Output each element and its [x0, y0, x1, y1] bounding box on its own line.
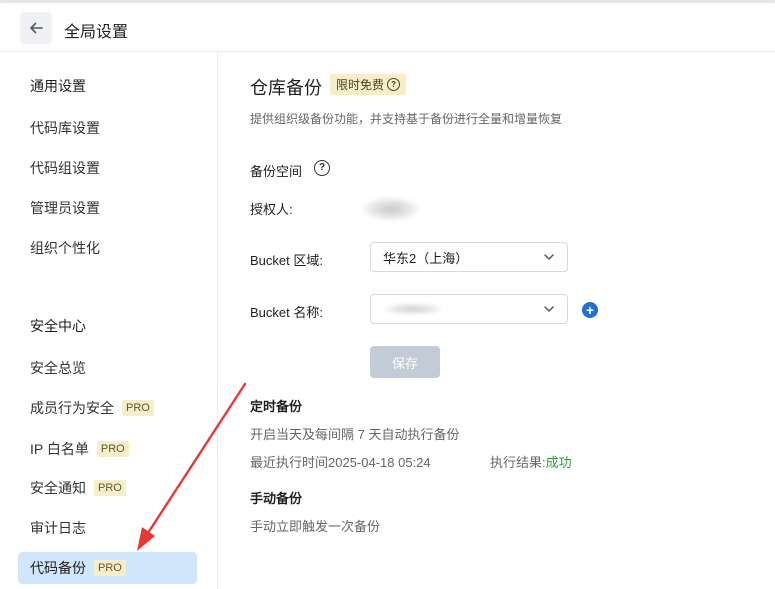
bucket-name-value-blurred — [383, 303, 443, 315]
sidebar-item-label: 安全总览 — [30, 360, 86, 376]
backup-space-label: 备份空间 — [250, 164, 303, 179]
page-title: 全局设置 — [64, 24, 129, 41]
sidebar-item-security-overview[interactable]: 安全总览 — [18, 352, 197, 384]
sidebar-item-admin-settings[interactable]: 管理员设置 — [18, 192, 197, 224]
help-icon[interactable]: ? — [314, 160, 330, 176]
sidebar-item-label: 审计日志 — [30, 520, 86, 536]
chevron-down-icon — [544, 306, 554, 312]
sidebar-item-label: 代码库设置 — [30, 120, 100, 136]
bucket-name-label: Bucket 名称: — [250, 305, 323, 320]
arrow-left-icon — [30, 22, 43, 34]
sidebar-item-label: 成员行为安全 — [30, 400, 114, 416]
sidebar-heading-general: 通用设置 — [30, 78, 86, 94]
pro-badge: PRO — [122, 400, 154, 416]
section-title: 仓库备份 — [250, 78, 322, 98]
manual-backup-description: 手动立即触发一次备份 — [250, 519, 381, 534]
run-result-value: 成功 — [545, 455, 572, 470]
sidebar-item-org-personalization[interactable]: 组织个性化 — [18, 232, 197, 264]
save-button[interactable]: 保存 — [370, 346, 440, 378]
sidebar: 通用设置 代码库设置 代码组设置 管理员设置 组织个性化 安全中心 安全总览 成… — [0, 52, 218, 589]
help-icon[interactable]: ? — [387, 78, 401, 91]
bucket-region-value: 华东2（上海） — [383, 250, 469, 266]
bucket-name-select[interactable] — [370, 294, 568, 324]
last-run-time: 最近执行时间2025-04-18 05:24 — [250, 455, 431, 470]
main-content: 仓库备份 限时免费 ? 提供组织级备份功能，并支持基于备份进行全量和增量恢复 备… — [218, 52, 775, 589]
back-button[interactable] — [20, 12, 52, 44]
free-badge-label: 限时免费 — [336, 78, 385, 92]
sidebar-heading-security: 安全中心 — [30, 318, 86, 334]
sidebar-item-group-settings[interactable]: 代码组设置 — [18, 152, 197, 184]
sidebar-item-label: 代码备份 — [30, 560, 86, 576]
scheduled-backup-title: 定时备份 — [250, 399, 303, 414]
run-result: 执行结果:成功 — [490, 452, 572, 471]
sidebar-item-label: IP 白名单 — [30, 441, 89, 457]
scheduled-backup-description: 开启当天及每间隔 7 天自动执行备份 — [250, 427, 460, 442]
page-header: 全局设置 — [0, 3, 775, 52]
pro-badge: PRO — [94, 560, 126, 576]
sidebar-item-audit-log[interactable]: 审计日志 — [18, 512, 197, 544]
bucket-region-select[interactable]: 华东2（上海） — [370, 242, 568, 272]
add-bucket-icon[interactable]: + — [582, 302, 598, 318]
manual-backup-title: 手动备份 — [250, 491, 303, 506]
authorizer-avatar-blurred — [362, 197, 420, 221]
sidebar-item-code-backup[interactable]: 代码备份 PRO — [18, 552, 197, 584]
sidebar-item-label: 组织个性化 — [30, 240, 100, 256]
sidebar-item-label: 安全通知 — [30, 480, 86, 496]
sidebar-item-label: 代码组设置 — [30, 160, 100, 176]
sidebar-item-security-notification[interactable]: 安全通知 PRO — [18, 472, 197, 504]
free-badge: 限时免费 ? — [330, 74, 407, 95]
sidebar-item-repo-settings[interactable]: 代码库设置 — [18, 112, 197, 144]
pro-badge: PRO — [94, 480, 126, 496]
section-description: 提供组织级备份功能，并支持基于备份进行全量和增量恢复 — [250, 112, 563, 126]
sidebar-item-member-behavior[interactable]: 成员行为安全 PRO — [18, 392, 197, 424]
sidebar-item-ip-whitelist[interactable]: IP 白名单 PRO — [18, 433, 197, 465]
run-result-label: 执行结果: — [490, 455, 546, 470]
bucket-region-label: Bucket 区域: — [250, 253, 323, 268]
pro-badge: PRO — [96, 441, 129, 457]
chevron-down-icon — [544, 254, 554, 260]
authorizer-label: 授权人: — [250, 202, 293, 217]
sidebar-item-label: 管理员设置 — [30, 200, 100, 216]
